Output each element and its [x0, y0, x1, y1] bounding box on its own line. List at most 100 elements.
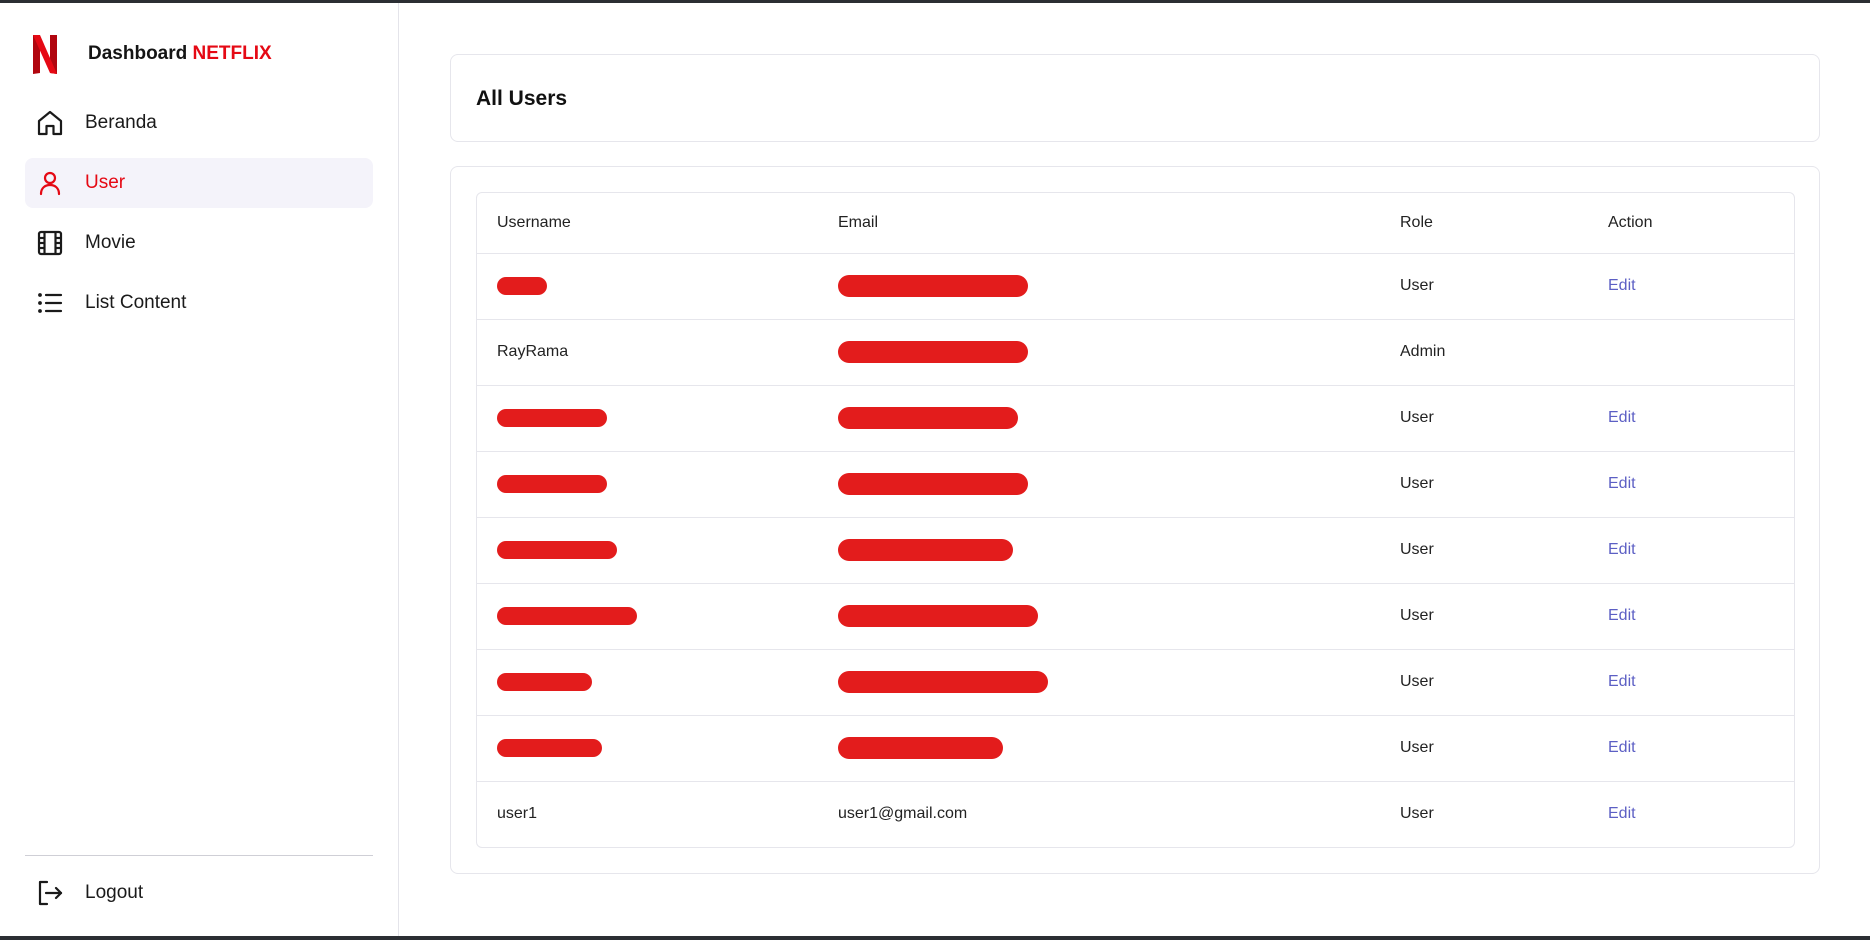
sidebar-item-label: Beranda — [85, 112, 157, 133]
table-row: User Edit — [477, 517, 1794, 583]
logout-button[interactable]: Logout — [25, 868, 373, 918]
sidebar: Dashboard NETFLIX Beranda User Movie Lis… — [0, 3, 399, 936]
edit-user-link[interactable]: Edit — [1608, 805, 1636, 822]
cell-email — [818, 319, 1380, 385]
brand-accent: NETFLIX — [192, 43, 272, 64]
cell-username — [477, 715, 818, 781]
cell-role: User — [1400, 541, 1434, 558]
edit-user-link[interactable]: Edit — [1608, 607, 1636, 624]
netflix-logo-icon — [33, 35, 57, 74]
sidebar-item-movie[interactable]: Movie — [25, 218, 373, 268]
list-icon — [35, 288, 65, 318]
users-table: Username Email Role Action User Edit RayRa… — [477, 193, 1794, 847]
cell-action: Edit — [1588, 451, 1794, 517]
redaction-mark — [838, 671, 1048, 693]
cell-action: Edit — [1588, 253, 1794, 319]
sidebar-item-label: User — [85, 172, 126, 193]
cell-action: Edit — [1588, 649, 1794, 715]
brand-name: Dashboard — [88, 43, 188, 64]
column-header-username: Username — [497, 213, 571, 231]
sidebar-item-label: List Content — [85, 292, 187, 313]
brand-title: Dashboard NETFLIX — [88, 43, 272, 65]
cell-action: Edit — [1588, 517, 1794, 583]
redaction-mark — [838, 275, 1028, 297]
cell-role: User — [1400, 805, 1434, 823]
edit-user-link[interactable]: Edit — [1608, 409, 1636, 426]
cell-action — [1588, 319, 1794, 385]
users-table-card: Username Email Role Action User Edit RayRa… — [450, 166, 1820, 874]
cell-username: RayRama — [497, 343, 569, 360]
cell-username — [477, 253, 818, 319]
redaction-mark — [497, 606, 637, 625]
table-header: Username Email Role Action — [477, 193, 1794, 253]
redaction-mark — [838, 605, 1038, 627]
cell-action: Edit — [1588, 715, 1794, 781]
logout-label: Logout — [85, 882, 144, 903]
table-row: User Edit — [477, 715, 1794, 781]
cell-email: user1@gmail.com — [838, 805, 968, 823]
cell-role: User — [1400, 739, 1434, 756]
edit-user-link[interactable]: Edit — [1608, 739, 1636, 756]
redaction-mark — [497, 474, 607, 493]
brand[interactable]: Dashboard NETFLIX — [30, 31, 272, 77]
cell-email — [818, 517, 1380, 583]
cell-role: Admin — [1400, 343, 1446, 360]
table-header-row: Username Email Role Action — [477, 193, 1794, 253]
cell-role: User — [1400, 409, 1434, 426]
column-header-role: Role — [1400, 213, 1433, 231]
redaction-mark — [838, 341, 1028, 363]
column-header-email: Email — [838, 213, 879, 231]
page-header-card: All Users — [450, 54, 1820, 142]
redaction-mark — [497, 276, 547, 295]
table-row: user1 user1@gmail.com User Edit — [477, 781, 1794, 847]
cell-action: Edit — [1588, 781, 1794, 847]
cell-username — [477, 517, 818, 583]
column-header-action: Action — [1608, 213, 1653, 231]
sidebar-item-label: Movie — [85, 232, 136, 253]
sidebar-item-user[interactable]: User — [25, 158, 373, 208]
cell-email — [818, 451, 1380, 517]
table-row: User Edit — [477, 649, 1794, 715]
cell-email — [818, 715, 1380, 781]
sidebar-divider — [25, 855, 373, 856]
table-body: User Edit RayRama Admin User Edit User Edit User… — [477, 253, 1794, 847]
edit-user-link[interactable]: Edit — [1608, 541, 1636, 558]
table-row: User Edit — [477, 451, 1794, 517]
table-row: User Edit — [477, 253, 1794, 319]
table-row: User Edit — [477, 583, 1794, 649]
cell-email — [818, 253, 1380, 319]
cell-username — [477, 649, 818, 715]
cell-username — [477, 451, 818, 517]
edit-user-link[interactable]: Edit — [1608, 475, 1636, 492]
table-row: RayRama Admin — [477, 319, 1794, 385]
redaction-mark — [838, 737, 1003, 759]
cell-email — [818, 385, 1380, 451]
window-bottom-edge — [0, 936, 1870, 940]
cell-action: Edit — [1588, 385, 1794, 451]
cell-action: Edit — [1588, 583, 1794, 649]
redaction-mark — [838, 473, 1028, 495]
table-row: User Edit — [477, 385, 1794, 451]
cell-role: User — [1400, 673, 1434, 690]
cell-username — [477, 583, 818, 649]
edit-user-link[interactable]: Edit — [1608, 277, 1636, 294]
redaction-mark — [838, 407, 1018, 429]
home-icon — [35, 108, 65, 138]
redaction-mark — [838, 539, 1013, 561]
cell-username: user1 — [497, 805, 538, 823]
user-icon — [35, 168, 65, 198]
page-title: All Users — [476, 87, 568, 110]
sidebar-item-beranda[interactable]: Beranda — [25, 98, 373, 148]
cell-role: User — [1400, 607, 1434, 624]
cell-role: User — [1400, 475, 1434, 492]
users-table-container: Username Email Role Action User Edit RayRa… — [476, 192, 1795, 848]
sidebar-item-list-content[interactable]: List Content — [25, 278, 373, 328]
redaction-mark — [497, 672, 592, 691]
logout-icon — [35, 878, 65, 908]
redaction-mark — [497, 540, 617, 559]
cell-role: User — [1400, 277, 1434, 294]
edit-user-link[interactable]: Edit — [1608, 673, 1636, 690]
cell-email — [818, 649, 1380, 715]
cell-email — [818, 583, 1380, 649]
redaction-mark — [497, 738, 602, 757]
